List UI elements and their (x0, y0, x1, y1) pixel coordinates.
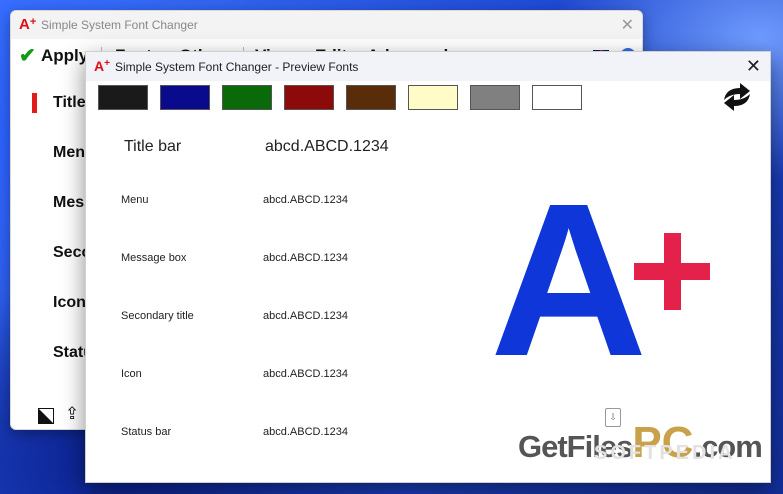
color-swatch-black[interactable] (98, 85, 148, 110)
row-sample-icon: abcd.ABCD.1234 (263, 368, 348, 380)
row-label-status-bar: Status bar (121, 426, 172, 438)
row-sample-status-bar: abcd.ABCD.1234 (263, 426, 348, 438)
app-logo-icon: A+ (19, 16, 37, 33)
main-titlebar: A+ Simple System Font Changer ✕ (11, 11, 642, 39)
row-sample-title-bar: abcd.ABCD.1234 (265, 138, 389, 155)
preview-close-button[interactable]: ✕ (746, 56, 761, 77)
color-swatch-maroon[interactable] (284, 85, 334, 110)
contrast-icon[interactable] (38, 408, 54, 424)
row-label-title-bar: Title bar (124, 138, 182, 155)
row-label-message-box: Message box (121, 252, 187, 264)
app-logo-letter: A (490, 159, 648, 402)
selected-item-marker (32, 93, 37, 113)
checkmark-icon: ✔ (19, 45, 36, 67)
color-swatch-light-yellow[interactable] (408, 85, 458, 110)
row-sample-menu: abcd.ABCD.1234 (263, 194, 348, 206)
swap-arrows-icon[interactable] (718, 80, 756, 114)
app-logo-plus-vertical (664, 233, 681, 310)
row-label-menu: Menu (121, 194, 149, 206)
preview-window: A+ Simple System Font Changer - Preview … (85, 51, 771, 483)
main-window-title: Simple System Font Changer (41, 18, 198, 32)
watermark-softpedia: SOFTPEDIA (594, 442, 736, 464)
color-swatch-gray[interactable] (470, 85, 520, 110)
color-swatch-white[interactable] (532, 85, 582, 110)
apply-button[interactable]: Apply (41, 46, 88, 66)
app-logo-icon: A+ (94, 58, 110, 74)
export-icon[interactable]: ⇪ (65, 404, 79, 424)
row-label-icon: Icon (121, 368, 142, 380)
preview-window-title: Simple System Font Changer - Preview Fon… (115, 60, 359, 74)
row-sample-message-box: abcd.ABCD.1234 (263, 252, 348, 264)
color-swatch-green[interactable] (222, 85, 272, 110)
sidebar-item-title[interactable]: Title (53, 94, 86, 112)
row-label-secondary-title: Secondary title (121, 310, 194, 322)
color-swatch-navy[interactable] (160, 85, 210, 110)
color-swatch-brown[interactable] (346, 85, 396, 110)
preview-titlebar: A+ Simple System Font Changer - Preview … (86, 52, 770, 81)
row-sample-secondary-title: abcd.ABCD.1234 (263, 310, 348, 322)
main-close-button[interactable]: ✕ (621, 15, 634, 35)
sidebar-item-icon[interactable]: Icon (53, 294, 86, 312)
